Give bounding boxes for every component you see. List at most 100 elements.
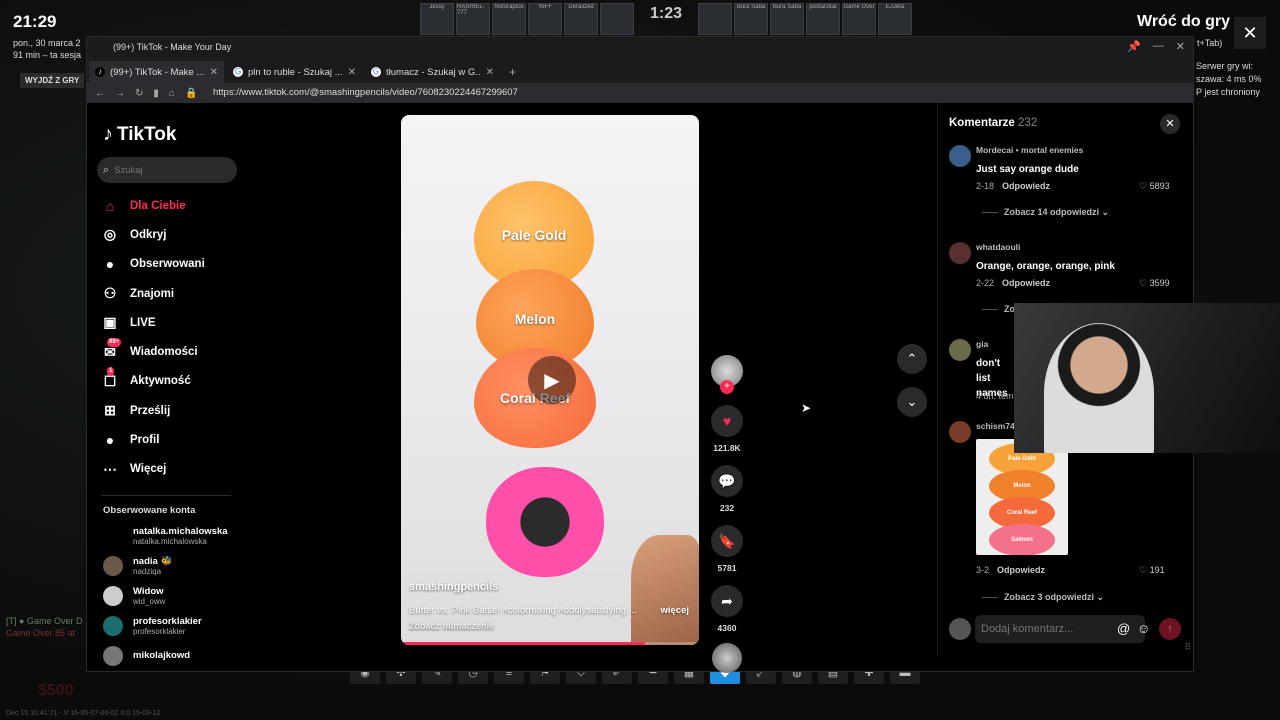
reply-button[interactable]: Odpowiedz <box>1002 181 1050 191</box>
tab-label: (99+) TikTok - Make ... <box>110 66 205 78</box>
exit-game-button[interactable]: WYJDŹ Z GRY <box>20 73 85 88</box>
pin-icon[interactable]: 📌 <box>1127 40 1141 53</box>
sidebar-item-inbox[interactable]: ✉ 99+ Wiadomości <box>101 337 241 366</box>
browser-tab[interactable]: Gtłumacz - Szukaj w G... ✕ <box>365 61 500 83</box>
tab-close-icon[interactable]: ✕ <box>348 67 356 78</box>
heart-icon[interactable]: ♥ <box>711 405 743 437</box>
avatar[interactable] <box>949 242 971 264</box>
sidebar-item-label: Wiadomości <box>130 346 198 359</box>
share-icon[interactable]: ➦ <box>711 585 743 617</box>
reply-button[interactable]: Odpowiedz <box>1002 278 1050 288</box>
followed-account[interactable]: nadia 🐝 nadziqa <box>103 551 243 581</box>
send-icon[interactable]: ↑ <box>1159 618 1181 640</box>
notification-badge: 99+ <box>107 338 122 348</box>
followed-account[interactable]: natalka.michalowska natalka.michalowska <box>103 521 243 551</box>
browser-tab[interactable]: ♪ (99+) TikTok - Make ... ✕ <box>89 61 224 83</box>
sidebar-item-profile[interactable]: ● Profil <box>101 425 241 454</box>
avatar[interactable] <box>949 339 971 361</box>
comment-likes[interactable]: ♡ 3599 <box>1139 278 1170 289</box>
server-line-2: szawa: 4 ms 0% <box>1196 74 1262 84</box>
close-window-icon[interactable]: ✕ <box>1176 40 1185 53</box>
label-melon: Melon <box>514 311 556 327</box>
video-description: Butter vs. Pink Battle! #colormixing #od… <box>409 605 689 616</box>
bookmark-icon[interactable]: ▮ <box>153 88 159 99</box>
avatar <box>103 526 123 546</box>
forward-icon[interactable]: → <box>115 88 125 99</box>
sidebar-item-activity[interactable]: ☐ 1 Aktywność <box>101 367 241 396</box>
lock-icon: 🔒 <box>184 87 198 99</box>
hud-player-name: Jessy <box>429 4 445 10</box>
sidebar-item-label: Znajomi <box>130 287 175 300</box>
comment-text: Orange, orange, orange, pink <box>976 261 1115 272</box>
browser-tab[interactable]: Gpln to ruble - Szukaj ... ✕ <box>227 61 362 83</box>
comment-likes[interactable]: ♡ 5893 <box>1139 181 1170 192</box>
avatar[interactable] <box>949 421 971 443</box>
new-tab-button[interactable]: + <box>503 61 522 83</box>
comment-user[interactable]: schism74 <box>976 421 1015 431</box>
account-text: profesorklakier profesorklakier <box>133 616 202 636</box>
sidebar-item-compass[interactable]: ◎ Odkryj <box>101 220 241 249</box>
close-icon[interactable]: ✕ <box>1234 17 1266 49</box>
label-pale-gold: Pale Gold <box>501 227 567 243</box>
description-text: Butter vs. Pink Battle! #colormixing #od… <box>409 605 637 616</box>
avatar[interactable] <box>949 145 971 167</box>
followed-account[interactable]: profesorklakier profesorklakier <box>103 611 243 641</box>
address-bar: ← → ↻ ▮ ⌂ 🔒 https://www.tiktok.com/@smas… <box>87 83 1193 103</box>
play-icon[interactable]: ▶ <box>528 356 576 404</box>
comment-likes[interactable]: ♡ 191 <box>1139 565 1165 576</box>
comment-user[interactable]: Mordecai • mortal enemies <box>976 145 1083 155</box>
close-comments-icon[interactable]: ✕ <box>1160 114 1180 134</box>
video-player[interactable]: Pale Gold Melon Coral Reef ▶ smashingpen… <box>401 115 699 645</box>
sidebar-item-label: Profil <box>130 434 160 447</box>
video-author[interactable]: smashingpencils <box>409 581 498 593</box>
saves-count: 5781 <box>717 563 737 573</box>
tab-close-icon[interactable]: ✕ <box>210 67 218 78</box>
reload-icon[interactable]: ↻ <box>135 88 143 99</box>
comment-user[interactable]: whatdaouli <box>976 242 1020 252</box>
comments-title: Komentarze 232 <box>949 117 1037 129</box>
bookmark-icon[interactable]: 🔖 <box>711 525 743 557</box>
sidebar-item-home[interactable]: ⌂ Dla Ciebie <box>101 191 241 220</box>
sidebar-item-live[interactable]: ▣ LIVE <box>101 308 241 337</box>
more-link[interactable]: więcej <box>660 605 689 616</box>
resize-grip-icon[interactable]: ⠿ <box>1184 642 1191 653</box>
follow-plus-icon[interactable]: + <box>720 380 734 394</box>
search-input[interactable] <box>114 164 225 176</box>
comment-icon[interactable]: 💬 <box>711 465 743 497</box>
translate-link[interactable]: Zobacz tłumaczenie <box>409 621 494 631</box>
sidebar-item-following-avatar[interactable]: ● Obserwowani <box>101 250 241 279</box>
view-replies[interactable]: Zobacz 14 odpowiedzi ⌄ <box>982 207 1109 218</box>
chevron-up-icon[interactable]: ⌃ <box>897 344 927 374</box>
sidebar-item-upload[interactable]: ⊞ Prześlij <box>101 396 241 425</box>
reply-button[interactable]: Odpowiedz <box>997 565 1045 575</box>
account-text: nadia 🐝 nadziqa <box>133 556 172 576</box>
mention-icon[interactable]: @ <box>1117 621 1130 636</box>
comments-count-label: 232 <box>1018 117 1038 129</box>
comment-image[interactable]: Pale Gold Melon Coral Reef Salmon <box>976 439 1068 555</box>
overlay-date: pon., 30 marca 2 <box>13 38 81 48</box>
chevron-down-icon[interactable]: ⌄ <box>897 387 927 417</box>
music-disc-icon[interactable] <box>712 643 742 673</box>
view-replies[interactable]: Zobacz 3 odpowiedzi ⌄ <box>982 592 1104 603</box>
sidebar-item-more[interactable]: ⋯ Więcej <box>101 455 241 484</box>
search-box[interactable]: ⌕ <box>97 157 237 183</box>
creator-avatar[interactable]: + <box>711 355 743 394</box>
followed-account[interactable]: mikolajkowd <box>103 641 243 671</box>
video-progress-fill <box>401 642 646 645</box>
tab-close-icon[interactable]: ✕ <box>486 67 494 78</box>
followed-account[interactable]: Widow wid_oww <box>103 581 243 611</box>
comment-text: Just say orange dude <box>976 164 1079 175</box>
overlay-session-time: 91 min – ta sesja <box>13 50 82 60</box>
minimize-icon[interactable]: — <box>1153 40 1164 53</box>
comment-user[interactable]: gia <box>976 339 988 349</box>
comment-likes-count: 191 <box>1149 565 1165 575</box>
window-controls: 📌 — ✕ <box>1127 40 1185 53</box>
back-icon[interactable]: ← <box>95 88 105 99</box>
url-field[interactable]: https://www.tiktok.com/@smashingpencils/… <box>213 85 1183 101</box>
tiktok-logo[interactable]: ♪ TikTok <box>103 123 176 146</box>
return-to-game-label[interactable]: Wróć do gry <box>1137 13 1230 31</box>
home-icon[interactable]: ⌂ <box>169 88 175 99</box>
sidebar-item-friends[interactable]: ⚇ Znajomi <box>101 279 241 308</box>
video-progress-bar[interactable] <box>401 642 699 645</box>
emoji-icon[interactable]: ☺ <box>1137 621 1150 636</box>
